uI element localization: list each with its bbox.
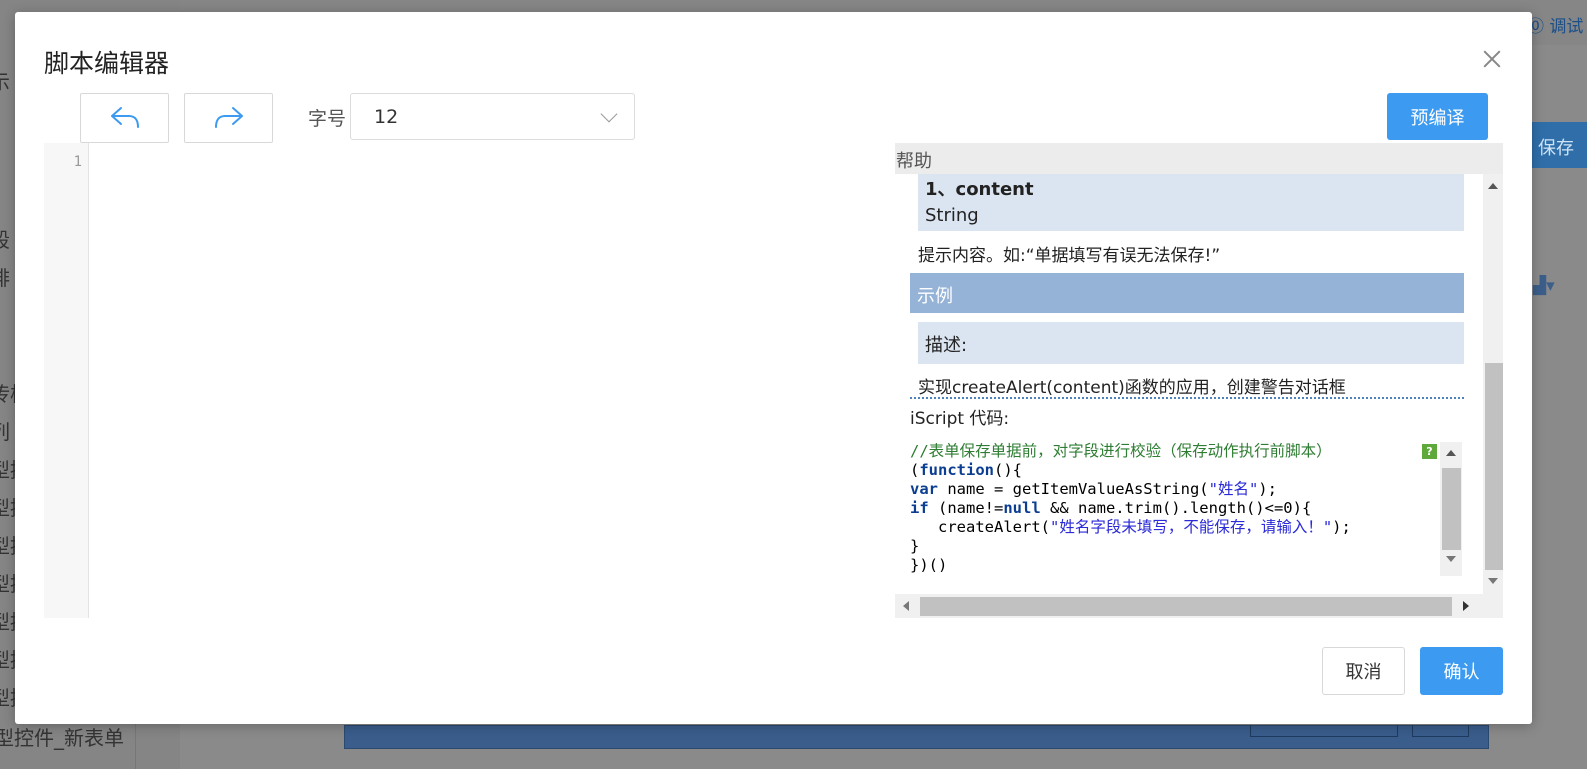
- code-token: (: [910, 461, 920, 479]
- font-size-value: 12: [374, 106, 399, 128]
- chevron-down-icon: [600, 105, 618, 123]
- code-token: }: [910, 537, 920, 555]
- help-scroll-thumb[interactable]: [1485, 363, 1503, 570]
- param-description: 提示内容。如:“单据填写有误无法保存!”: [918, 246, 1221, 266]
- background-sidebar-item: 排: [0, 262, 10, 291]
- background-debug-link: ⓪ 调试: [1527, 17, 1584, 37]
- help-question-icon[interactable]: ?: [1422, 444, 1437, 459]
- confirm-button[interactable]: 确认: [1420, 647, 1503, 695]
- scroll-right-icon[interactable]: [1463, 601, 1469, 611]
- code-token: })(): [910, 556, 948, 574]
- description-label: 描述:: [918, 322, 1464, 364]
- code-vertical-scrollbar[interactable]: [1440, 442, 1462, 576]
- font-size-label: 字号: [308, 108, 347, 130]
- help-header: 帮助: [895, 143, 1503, 174]
- line-number: 1: [73, 154, 82, 170]
- example-code-box: //表单保存单据前，对字段进行校验（保存动作执行前脚本） (function()…: [910, 442, 1464, 576]
- line-number-gutter: 1: [44, 143, 89, 618]
- scroll-down-icon[interactable]: [1488, 578, 1498, 584]
- undo-button[interactable]: [80, 93, 169, 143]
- scroll-left-icon[interactable]: [903, 601, 909, 611]
- code-token: (name!=: [928, 499, 1004, 517]
- help-hscroll-thumb[interactable]: [920, 597, 1452, 616]
- background-save-button: 保存: [1532, 122, 1587, 168]
- code-keyword: var: [910, 480, 938, 498]
- help-vertical-scrollbar[interactable]: [1483, 174, 1503, 594]
- code-keyword: function: [919, 461, 994, 479]
- script-editor-dialog: 脚本编辑器 字号 12 预编译 1 帮助 1、content String 提示…: [15, 12, 1532, 724]
- background-sidebar-item: 示: [0, 66, 10, 95]
- code-token: );: [1258, 480, 1277, 498]
- help-content: 1、content String 提示内容。如:“单据填写有误无法保存!” 示例…: [895, 174, 1483, 594]
- code-token: createAlert(: [910, 518, 1050, 536]
- code-scroll-thumb[interactable]: [1442, 468, 1461, 550]
- code-keyword: null: [1003, 499, 1041, 517]
- code-keyword: if: [910, 499, 929, 517]
- code-token: (){: [994, 461, 1022, 479]
- help-horizontal-scrollbar[interactable]: [895, 594, 1503, 618]
- undo-arrow-icon: [110, 107, 139, 128]
- background-sidebar-item: 列: [0, 416, 10, 445]
- code-string: "姓名": [1208, 480, 1259, 498]
- dotted-divider: [910, 397, 1464, 399]
- help-panel: 帮助 1、content String 提示内容。如:“单据填写有误无法保存!”…: [895, 143, 1503, 618]
- background-button: [1250, 725, 1398, 737]
- dialog-title: 脚本编辑器: [44, 49, 170, 78]
- code-label: iScript 代码:: [910, 409, 1010, 429]
- font-size-select[interactable]: 12: [350, 93, 635, 140]
- param-type: String: [925, 205, 979, 226]
- scroll-up-icon[interactable]: [1446, 450, 1456, 456]
- code-token: && name.trim().length()<=0){: [1040, 499, 1312, 517]
- param-box: 1、content String: [918, 174, 1464, 231]
- code-token: );: [1332, 518, 1351, 536]
- redo-button[interactable]: [184, 93, 273, 143]
- close-icon[interactable]: [1481, 48, 1503, 70]
- cancel-button[interactable]: 取消: [1322, 647, 1405, 695]
- chart-icon: ▟▾: [1533, 276, 1555, 296]
- code-token: name = getItemValueAsString(: [938, 480, 1209, 498]
- scroll-down-icon[interactable]: [1446, 556, 1456, 562]
- param-name: 1、content: [925, 179, 1034, 200]
- redo-arrow-icon: [214, 107, 243, 128]
- code-editor[interactable]: 1: [44, 143, 894, 618]
- example-code: //表单保存单据前，对字段进行校验（保存动作执行前脚本） (function()…: [910, 442, 1464, 575]
- precompile-button[interactable]: 预编译: [1387, 93, 1488, 140]
- code-string: "姓名字段未填写，不能保存，请输入！": [1049, 518, 1333, 536]
- scroll-up-icon[interactable]: [1488, 183, 1498, 189]
- example-header: 示例: [910, 273, 1464, 313]
- code-comment: //表单保存单据前，对字段进行校验（保存动作执行前脚本）: [910, 442, 1332, 460]
- background-button: [1412, 725, 1469, 737]
- background-sidebar-item: 型控件_新表单: [0, 726, 124, 750]
- background-sidebar-item: 段: [0, 224, 10, 253]
